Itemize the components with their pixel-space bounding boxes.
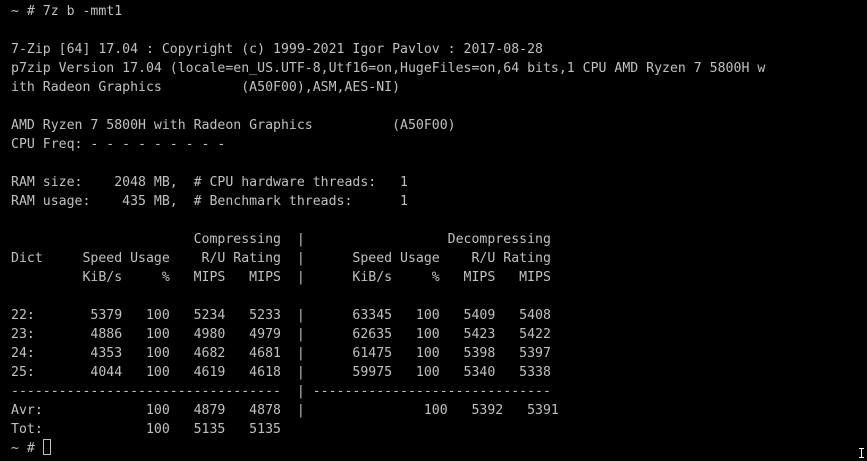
terminal-line: Avr: 100 4879 4878 | 100 5392 5391: [11, 403, 559, 418]
text-cursor: [42, 439, 51, 455]
terminal-line: 25: 4044 100 4619 4618 | 59975 100 5340 …: [11, 365, 551, 380]
terminal-line: Dict Speed Usage R/U Rating | Speed Usag…: [11, 251, 551, 266]
terminal-line: KiB/s % MIPS MIPS | KiB/s % MIPS MIPS: [11, 270, 551, 285]
terminal-line: CPU Freq: - - - - - - - - -: [11, 137, 226, 152]
terminal-line: 7-Zip [64] 17.04 : Copyright (c) 1999-20…: [11, 42, 543, 57]
terminal-line: 22: 5379 100 5234 5233 | 63345 100 5409 …: [11, 308, 551, 323]
terminal-line: Compressing | Decompressing: [11, 232, 551, 247]
terminal-line: RAM usage: 435 MB, # Benchmark threads: …: [11, 194, 408, 209]
terminal-window[interactable]: ~ # 7z b -mmt1 7-Zip [64] 17.04 : Copyri…: [0, 0, 867, 461]
terminal-line: 23: 4886 100 4980 4979 | 62635 100 5423 …: [11, 327, 551, 342]
terminal-prompt-line[interactable]: ~ #: [11, 439, 867, 458]
terminal-line: ---------------------------------- | ---…: [11, 384, 551, 399]
terminal-line: RAM size: 2048 MB, # CPU hardware thread…: [11, 175, 408, 190]
terminal-line: p7zip Version 17.04 (locale=en_US.UTF-8,…: [11, 61, 766, 76]
terminal-line: ~ # 7z b -mmt1: [11, 4, 123, 19]
terminal-line: Tot: 100 5135 5135: [11, 422, 281, 437]
terminal-prompt: ~ #: [11, 441, 43, 456]
terminal-line: 24: 4353 100 4682 4681 | 61475 100 5398 …: [11, 346, 551, 361]
terminal-line: AMD Ryzen 7 5800H with Radeon Graphics (…: [11, 118, 456, 133]
terminal-line: ith Radeon Graphics (A50F00),ASM,AES-NI): [11, 80, 401, 95]
ibeam-cursor-icon: [859, 448, 865, 458]
